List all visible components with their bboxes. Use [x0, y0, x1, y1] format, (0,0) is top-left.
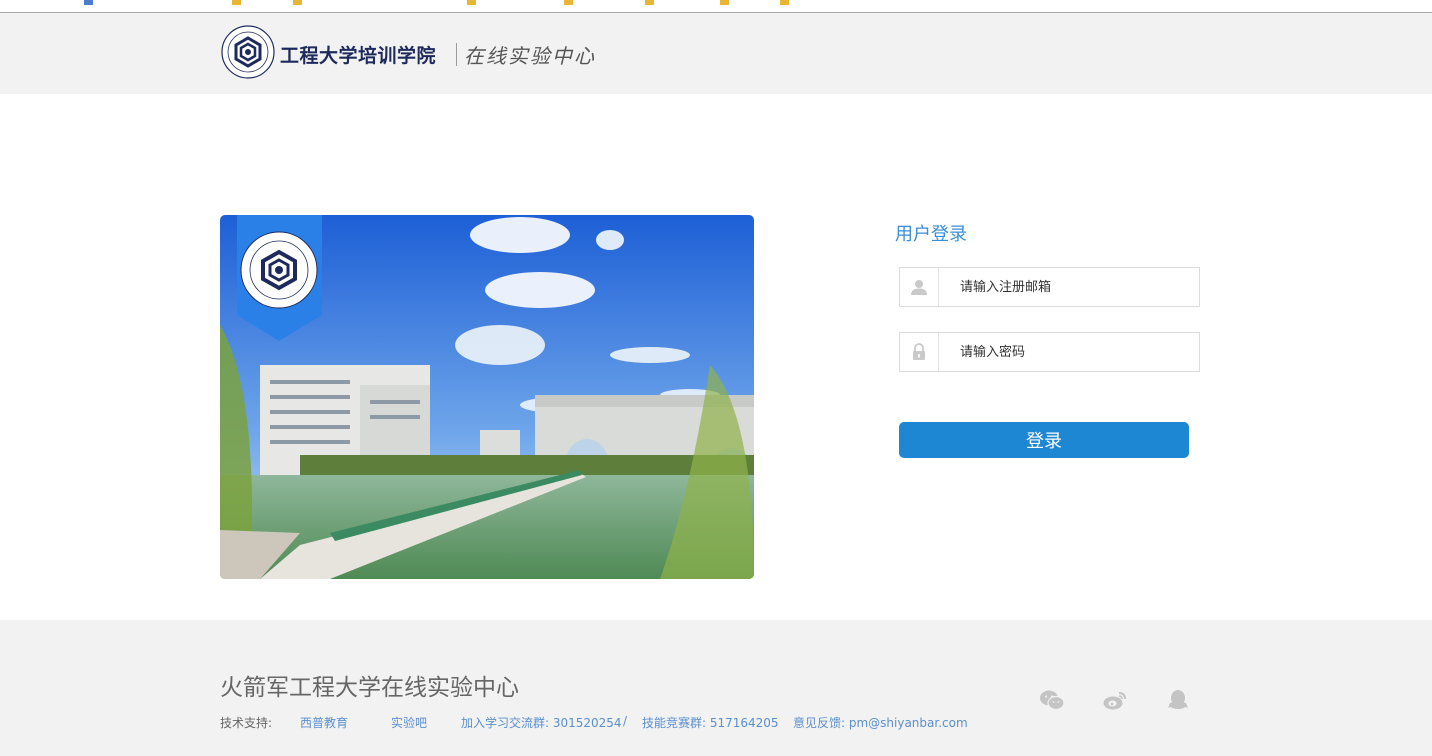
- password-field: [899, 332, 1200, 372]
- folder-icon[interactable]: [467, 0, 476, 5]
- feedback-link[interactable]: 意见反馈: pm@shiyanbar.com: [793, 714, 968, 731]
- login-title: 用户登录: [895, 224, 967, 245]
- support-link-shiyanba[interactable]: 实验吧: [391, 714, 427, 731]
- lock-icon: [900, 333, 939, 371]
- support-label: 技术支持:: [220, 716, 273, 730]
- contest-group-link[interactable]: 技能竞赛群: 517164205: [642, 714, 779, 731]
- campus-photo: [220, 215, 754, 579]
- folder-icon[interactable]: [232, 0, 241, 5]
- footer-separator: /: [623, 714, 628, 728]
- site-footer: 火箭军工程大学在线实验中心 技术支持: 西普教育 实验吧 加入学习交流群: 30…: [0, 620, 1432, 756]
- login-button[interactable]: 登录: [899, 422, 1189, 458]
- bookmarks-bar: [0, 0, 1432, 13]
- study-group-link[interactable]: 加入学习交流群: 301520254: [461, 714, 622, 731]
- brand-name: 工程大学培训学院: [280, 45, 437, 67]
- password-input[interactable]: [940, 333, 1198, 371]
- user-icon: [900, 268, 939, 306]
- wechat-icon[interactable]: [1039, 688, 1065, 712]
- footer-title: 火箭军工程大学在线实验中心: [220, 675, 519, 701]
- weibo-icon[interactable]: [1102, 688, 1128, 712]
- folder-icon[interactable]: [780, 0, 789, 5]
- qq-icon[interactable]: [1165, 688, 1191, 712]
- college-seal-logo[interactable]: [221, 25, 275, 79]
- folder-icon[interactable]: [293, 0, 302, 5]
- support-link-xipu[interactable]: 西普教育: [300, 714, 348, 731]
- folder-icon[interactable]: [720, 0, 729, 5]
- email-input[interactable]: [940, 268, 1198, 306]
- brand-divider: [456, 43, 457, 66]
- email-field: [899, 267, 1200, 307]
- folder-icon[interactable]: [645, 0, 654, 5]
- brand-subtitle: 在线实验中心: [464, 44, 596, 68]
- folder-icon[interactable]: [564, 0, 573, 5]
- site-header: 工程大学培训学院 在线实验中心: [0, 13, 1432, 94]
- college-ribbon-badge: [237, 215, 322, 341]
- bookmark-icon[interactable]: [84, 0, 93, 5]
